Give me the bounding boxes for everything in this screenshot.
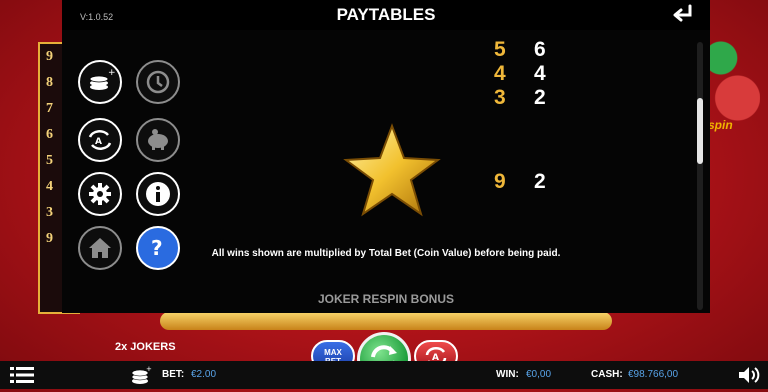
piggy-bank-icon [148, 129, 168, 150]
info-button[interactable] [136, 172, 180, 216]
back-arrow-icon[interactable] [670, 2, 696, 26]
symbol-count: 9 [494, 170, 506, 193]
bet-label: BET: [162, 369, 185, 380]
svg-text:+: + [146, 365, 152, 373]
mascot-logo-text: spin [708, 118, 733, 132]
max-bet-label: MAX [324, 348, 342, 357]
autoplay-button[interactable]: A [78, 118, 122, 162]
bottom-bar: + BET: €2.00 WIN: €0,00 CASH: €98.766,00 [0, 361, 768, 389]
scrollbar[interactable] [697, 42, 703, 310]
history-icon [146, 70, 170, 94]
payout-value: 6 [534, 38, 546, 61]
sound-speaker-icon[interactable] [737, 365, 761, 385]
paytable-content: + A ? 5 6 4 4 3 2 9 2 All wins shown are… [62, 30, 710, 313]
cash-value: €98.766,00 [628, 369, 679, 380]
reel-frame-gold-bar [160, 312, 612, 330]
svg-text:+: + [108, 68, 116, 78]
info-icon [146, 182, 170, 206]
page-title: PAYTABLES [336, 5, 436, 24]
payout-value: 2 [534, 170, 546, 193]
jokers-counter: 2x JOKERS [115, 341, 176, 353]
symbol-count: 5 [494, 38, 506, 61]
win-label: WIN: [496, 369, 519, 380]
win-value: €0,00 [526, 369, 552, 380]
settings-button[interactable] [78, 172, 122, 216]
history-button[interactable] [136, 60, 180, 104]
joker-respin-section-title: JOKER RESPIN BONUS [317, 292, 455, 306]
settings-gear-icon [89, 183, 111, 205]
symbol-count: 4 [494, 62, 506, 85]
star-symbol-icon [343, 123, 441, 217]
coin-value-button[interactable]: + [78, 60, 122, 104]
bet-value: €2.00 [191, 369, 217, 380]
paytable-info-text: All wins shown are multiplied by Total B… [211, 248, 561, 259]
panel-header: V:1.0.52 PAYTABLES [62, 0, 710, 30]
paytable-panel: V:1.0.52 PAYTABLES + A ? 5 6 4 4 3 2 9 2… [62, 0, 710, 313]
svg-text:A: A [95, 137, 102, 147]
piggy-bank-button[interactable] [136, 118, 180, 162]
cash-label: CASH: [591, 369, 623, 380]
symbol-count: 3 [494, 86, 506, 109]
autoplay-icon: A [88, 130, 112, 150]
coins-stack-icon: + [130, 363, 152, 387]
payout-value: 2 [534, 86, 546, 109]
payout-value: 4 [534, 62, 546, 85]
hamburger-menu-icon[interactable] [10, 365, 34, 385]
coin-value-icon: + [89, 68, 116, 90]
scrollbar-thumb[interactable] [697, 98, 703, 164]
